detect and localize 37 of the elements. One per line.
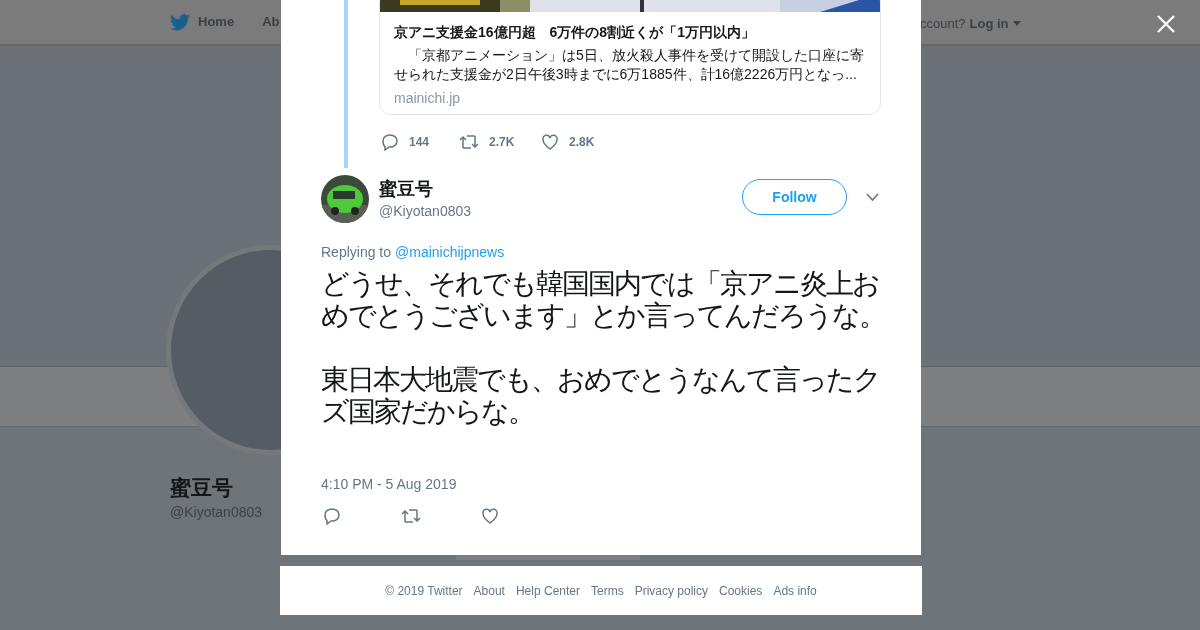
card-description: 「京都アニメーション」は5日、放火殺人事件を受けて開設した口座に寄せられた支援金が2日午後3時までに6万1885件、計16億2226万円となっ... xyxy=(394,46,865,84)
bird-icon xyxy=(170,13,190,31)
retweet-button[interactable]: 2.7K xyxy=(459,133,541,151)
tweet-text: 東日本大地震でも、おめでとうなんて言ったクズ国家だからな。 xyxy=(321,364,881,428)
mention-link[interactable]: @mainichijpnews xyxy=(395,242,505,263)
reply-icon xyxy=(381,133,399,151)
like-button[interactable]: 2.8K xyxy=(541,133,595,151)
replying-to-label: Replying to xyxy=(321,243,392,262)
card-title: 京アニ支援金16億円超 6万件の8割近くが「1万円以内」 xyxy=(394,23,756,42)
home-link[interactable]: Home xyxy=(170,12,235,32)
link-card[interactable]: 京アニ支援金16億円超 6万件の8割近くが「1万円以内」 「京都アニメーション」は5日、放火殺人事件を受けて開設した口座に寄せられた支援金が2日午後3時までに6万1885件、計16億2226万円となっ... mainichi.jp xyxy=(379,0,881,115)
login-link[interactable]: Log in xyxy=(969,14,1021,34)
reply-button[interactable]: 144 xyxy=(381,133,459,151)
footer-link[interactable]: Cookies xyxy=(719,581,763,600)
heart-icon xyxy=(541,133,559,151)
retweet-icon[interactable] xyxy=(401,507,421,525)
account-prompt: ccount? xyxy=(920,15,966,33)
retweet-icon xyxy=(459,133,479,151)
reply-icon[interactable] xyxy=(323,507,341,525)
footer-link[interactable]: Terms xyxy=(591,581,624,600)
avatar xyxy=(321,175,369,223)
heart-icon[interactable] xyxy=(481,507,499,525)
timestamp: 4:10 PM - 5 Aug 2019 xyxy=(321,475,457,494)
tweet-text: どうせ、それでも韓国国内では「京アニ炎上おめでとうございます」とか言ってんだろうな。 xyxy=(321,268,886,332)
chevron-icon[interactable] xyxy=(866,193,879,202)
footer-link[interactable]: About xyxy=(473,581,505,600)
user-handle: @Kiyotan0803 xyxy=(379,202,472,221)
caret-icon xyxy=(1012,21,1021,27)
footer-link[interactable]: Privacy policy xyxy=(634,581,708,600)
user-name: 蜜豆号 xyxy=(379,178,433,201)
footer-link[interactable]: Ads info xyxy=(773,581,817,600)
footer-link[interactable]: Help Center xyxy=(515,581,580,600)
profile-name: 蜜豆号 xyxy=(170,475,233,501)
card-domain: mainichi.jp xyxy=(394,89,462,108)
copyright-text: © 2019 Twitter xyxy=(385,582,463,600)
nav-link[interactable]: Ab xyxy=(262,12,280,32)
close-icon xyxy=(1157,15,1175,33)
